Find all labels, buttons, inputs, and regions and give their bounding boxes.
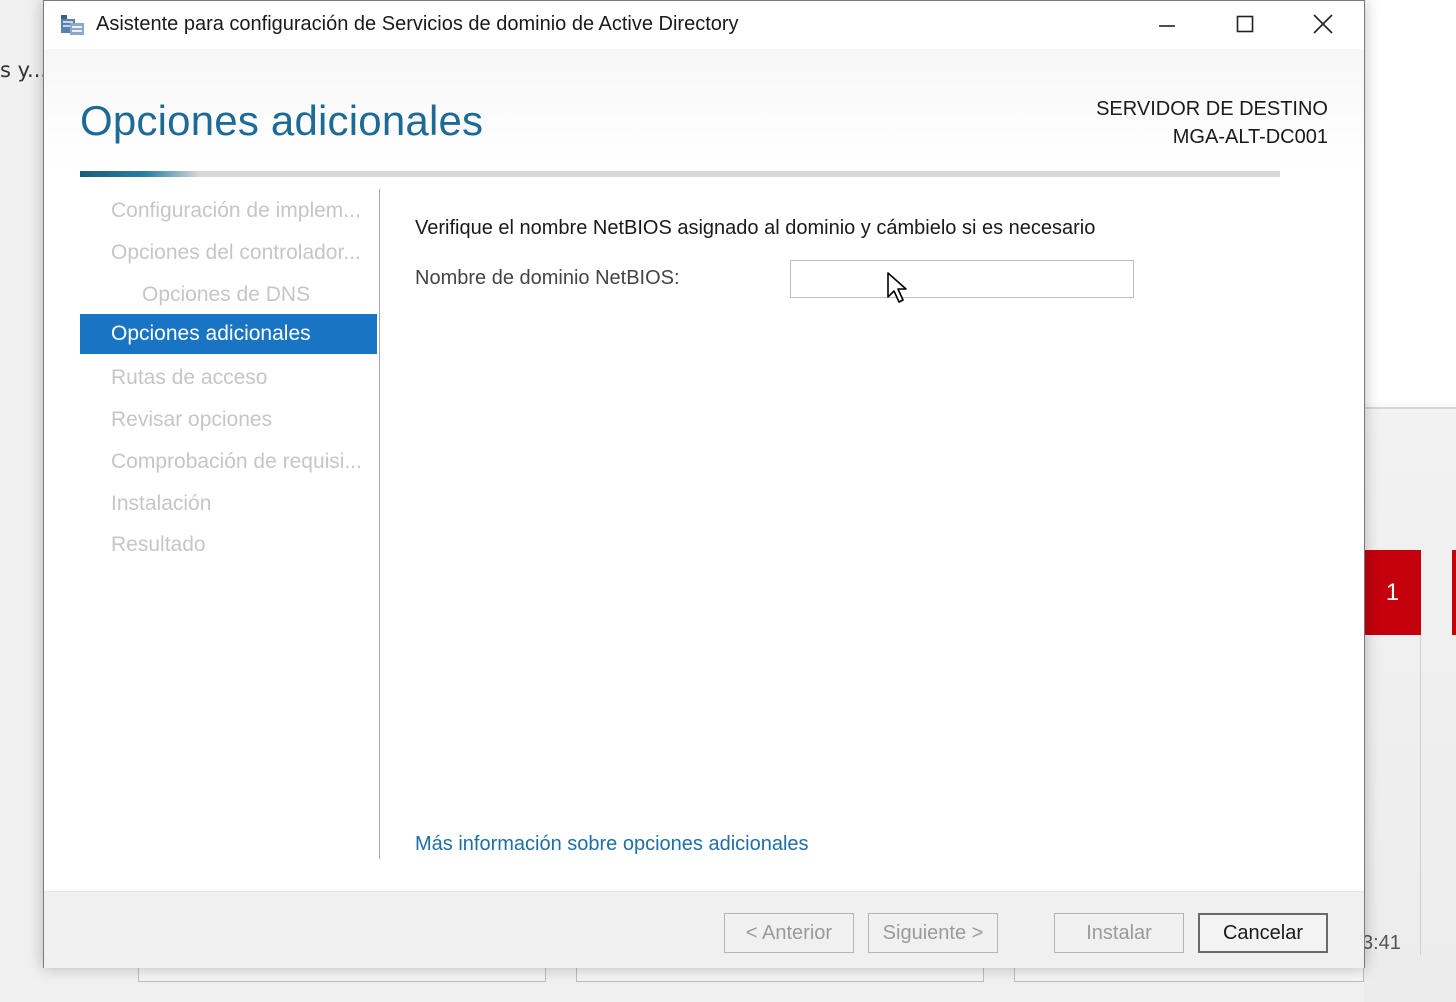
- wizard-progress-fill: [80, 171, 200, 177]
- close-icon: [1313, 14, 1333, 34]
- more-info-link[interactable]: Más información sobre opciones adicional…: [415, 833, 809, 856]
- netbios-domain-input[interactable]: [790, 260, 1134, 298]
- window-title: Asistente para configuración de Servicio…: [96, 13, 739, 35]
- target-server-info: SERVIDOR DE DESTINO MGA-ALT-DC001: [1096, 95, 1328, 151]
- background-text: s y...: [0, 58, 48, 82]
- install-button[interactable]: Instalar: [1054, 913, 1184, 953]
- cancel-button[interactable]: Cancelar: [1198, 913, 1328, 953]
- instruction-text: Verifique el nombre NetBIOS asignado al …: [415, 217, 1096, 239]
- wizard-progress-bar: [80, 171, 1280, 177]
- minimize-button[interactable]: [1128, 1, 1206, 47]
- nav-step-instalacion[interactable]: Instalación: [111, 484, 377, 524]
- next-button[interactable]: Siguiente >: [868, 913, 998, 953]
- wizard-footer: < Anterior Siguiente > Instalar Cancelar: [44, 891, 1364, 968]
- nav-step-opciones-adicionales[interactable]: Opciones adicionales: [80, 314, 377, 354]
- background-box: [1014, 968, 1364, 982]
- close-button[interactable]: [1284, 1, 1362, 47]
- server-wizard-icon: [61, 15, 84, 35]
- nav-step-opciones-controlador[interactable]: Opciones del controlador...: [111, 233, 377, 273]
- title-bar[interactable]: Asistente para configuración de Servicio…: [44, 1, 1364, 49]
- nav-step-comprobacion[interactable]: Comprobación de requisi...: [111, 442, 377, 482]
- background-panel: [1364, 0, 1456, 1002]
- background-divider: [1364, 407, 1456, 409]
- nav-step-resultado[interactable]: Resultado: [111, 525, 377, 565]
- background-box: [138, 968, 546, 982]
- target-server-label: SERVIDOR DE DESTINO: [1096, 98, 1328, 120]
- alert-count: 1: [1385, 578, 1400, 606]
- background-box: [576, 968, 984, 982]
- wizard-window: Asistente para configuración de Servicio…: [43, 0, 1365, 968]
- clock-text: 3:41: [1362, 932, 1401, 954]
- alert-tile-edge: [1452, 550, 1456, 635]
- nav-step-configuracion[interactable]: Configuración de implem...: [111, 191, 377, 231]
- mouse-cursor-icon: [887, 272, 907, 303]
- nav-step-rutas-acceso[interactable]: Rutas de acceso: [111, 358, 377, 398]
- maximize-icon: [1236, 15, 1254, 33]
- nav-step-opciones-dns[interactable]: Opciones de DNS: [142, 275, 377, 315]
- maximize-button[interactable]: [1206, 1, 1284, 47]
- minimize-icon: [1159, 25, 1175, 27]
- netbios-label: Nombre de dominio NetBIOS:: [415, 267, 680, 289]
- nav-step-revisar-opciones[interactable]: Revisar opciones: [111, 400, 377, 440]
- wizard-steps-nav: Configuración de implem... Opciones del …: [80, 189, 380, 859]
- wizard-content: Opciones adicionales SERVIDOR DE DESTINO…: [44, 49, 1364, 891]
- alert-tile[interactable]: 1: [1364, 550, 1421, 635]
- tile-divider: [1420, 635, 1421, 955]
- target-server-name: MGA-ALT-DC001: [1172, 126, 1328, 148]
- page-title: Opciones adicionales: [80, 97, 484, 144]
- back-button[interactable]: < Anterior: [724, 913, 854, 953]
